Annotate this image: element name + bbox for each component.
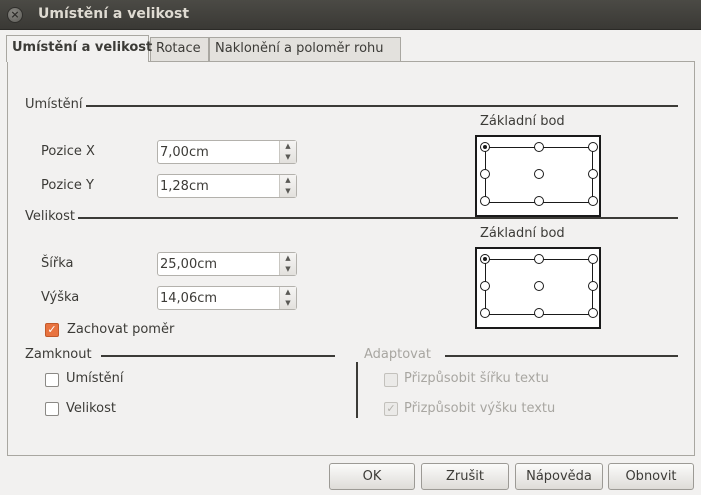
base-point-middle-left[interactable]: [480, 281, 490, 291]
base-point-bottom-center[interactable]: [534, 196, 544, 206]
spin-up-icon[interactable]: ▲: [280, 141, 296, 152]
keep-ratio-checkbox[interactable]: ✓: [45, 323, 59, 337]
width-spinner: ▲ ▼: [157, 252, 297, 276]
base-point-top-right[interactable]: [588, 142, 598, 152]
close-button[interactable]: ×: [7, 7, 23, 23]
fit-width-checkbox[interactable]: [384, 373, 398, 387]
position-y-spinner: ▲ ▼: [157, 174, 297, 198]
section-divider: [68, 217, 678, 219]
section-divider: [66, 105, 678, 107]
width-input[interactable]: [158, 253, 276, 275]
help-button[interactable]: Nápověda: [515, 463, 603, 490]
window-title: Umístění a velikost: [38, 6, 190, 22]
width-spin-buttons: ▲ ▼: [279, 253, 296, 275]
fit-height-label: Přizpůsobit výšku textu: [404, 401, 556, 416]
position-x-spinner: ▲ ▼: [157, 140, 297, 164]
base-point-top-right[interactable]: [588, 254, 598, 264]
tab-rotation[interactable]: Rotace: [150, 37, 209, 61]
tab-label: Rotace: [156, 41, 201, 56]
base-point-top-left[interactable]: [480, 142, 490, 152]
position-y-label: Pozice Y: [41, 178, 94, 193]
section-size-label: Velikost: [25, 209, 78, 224]
tab-position-size[interactable]: Umístění a velikost: [6, 35, 153, 62]
size-base-point-label: Základní bod: [480, 226, 565, 241]
position-base-point-label: Základní bod: [480, 114, 565, 129]
base-point-center[interactable]: [534, 169, 544, 179]
position-x-spin-buttons: ▲ ▼: [279, 141, 296, 163]
dialog-body: Umístění a velikost Rotace Naklonění a p…: [0, 30, 701, 495]
spin-up-icon[interactable]: ▲: [280, 253, 296, 264]
position-y-input[interactable]: [158, 175, 276, 197]
base-point-middle-right[interactable]: [588, 281, 598, 291]
section-divider: [101, 355, 335, 357]
height-spin-buttons: ▲ ▼: [279, 287, 296, 309]
height-input[interactable]: [158, 287, 276, 309]
section-divider: [445, 355, 678, 357]
base-point-bottom-right[interactable]: [588, 196, 598, 206]
spin-down-icon[interactable]: ▼: [280, 264, 296, 275]
section-adapt-label: Adaptovat: [364, 347, 434, 362]
spin-up-icon[interactable]: ▲: [280, 175, 296, 186]
fit-height-checkbox[interactable]: ✓: [384, 402, 398, 416]
base-point-bottom-center[interactable]: [534, 308, 544, 318]
protect-position-label: Umístění: [66, 371, 124, 386]
position-base-point-selector[interactable]: [475, 135, 601, 217]
tab-panel: Umístění Pozice X ▲ ▼ Pozice Y ▲ ▼ Zákla…: [7, 61, 695, 456]
protect-position-checkbox[interactable]: [45, 373, 59, 387]
spin-down-icon[interactable]: ▼: [280, 298, 296, 309]
tab-slant-corner-radius[interactable]: Naklonění a poloměr rohu: [209, 37, 401, 61]
title-bar: × Umístění a velikost: [0, 0, 701, 30]
spin-down-icon[interactable]: ▼: [280, 152, 296, 163]
spin-down-icon[interactable]: ▼: [280, 186, 296, 197]
reset-button[interactable]: Obnovit: [608, 463, 694, 490]
size-base-point-selector[interactable]: [475, 247, 601, 329]
protect-size-label: Velikost: [66, 401, 116, 416]
width-label: Šířka: [41, 256, 74, 271]
base-point-middle-left[interactable]: [480, 169, 490, 179]
base-point-top-center[interactable]: [534, 254, 544, 264]
base-point-center[interactable]: [534, 281, 544, 291]
base-point-middle-right[interactable]: [588, 169, 598, 179]
adapt-vertical-divider: [356, 362, 358, 418]
protect-size-checkbox[interactable]: [45, 402, 59, 416]
tab-label: Naklonění a poloměr rohu: [215, 41, 384, 56]
height-spinner: ▲ ▼: [157, 286, 297, 310]
tab-label: Umístění a velikost: [12, 40, 153, 55]
base-point-bottom-right[interactable]: [588, 308, 598, 318]
section-protect-label: Zamknout: [25, 347, 95, 362]
position-y-spin-buttons: ▲ ▼: [279, 175, 296, 197]
base-point-bottom-left[interactable]: [480, 308, 490, 318]
base-point-top-center[interactable]: [534, 142, 544, 152]
height-label: Výška: [41, 290, 80, 305]
fit-width-label: Přizpůsobit šířku textu: [404, 371, 549, 386]
ok-button[interactable]: OK: [329, 463, 415, 490]
position-x-label: Pozice X: [41, 144, 95, 159]
position-x-input[interactable]: [158, 141, 276, 163]
base-point-bottom-left[interactable]: [480, 196, 490, 206]
section-position-label: Umístění: [25, 97, 86, 112]
cancel-button[interactable]: Zrušit: [421, 463, 509, 490]
base-point-top-left[interactable]: [480, 254, 490, 264]
keep-ratio-label: Zachovat poměr: [67, 322, 175, 337]
spin-up-icon[interactable]: ▲: [280, 287, 296, 298]
